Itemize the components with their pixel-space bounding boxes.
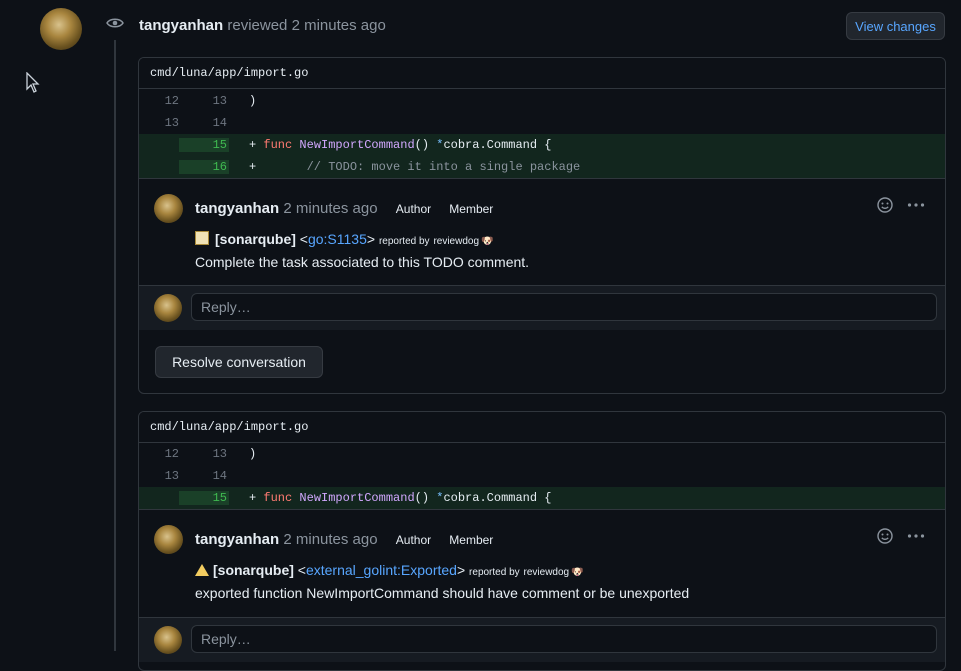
- old-line-number[interactable]: 13: [139, 116, 179, 130]
- reported-by-text: reported by: [378, 236, 430, 247]
- diff-line: 12 13 ): [139, 443, 945, 465]
- review-action: reviewed: [227, 17, 288, 34]
- reply-row: Reply…: [139, 617, 945, 662]
- kebab-menu-icon[interactable]: [907, 202, 925, 208]
- reviewer-avatar[interactable]: [40, 8, 82, 50]
- review-comment: tangyanhan 2 minutes ago Author Member […: [139, 178, 945, 285]
- comment-header: tangyanhan 2 minutes ago Author Member: [195, 531, 493, 548]
- old-line-number[interactable]: 13: [139, 469, 179, 483]
- smiley-icon[interactable]: [877, 197, 893, 213]
- member-badge: Member: [449, 202, 494, 216]
- smiley-icon[interactable]: [877, 528, 893, 544]
- code-text: + // TODO: move it into a single package: [249, 160, 581, 174]
- reply-row: Reply…: [139, 285, 945, 330]
- comment-tag: [sonarqube]: [213, 562, 294, 578]
- new-line-number[interactable]: 13: [179, 447, 229, 461]
- resolve-conversation-button[interactable]: Resolve conversation: [155, 346, 323, 378]
- diff-line: 13 14: [139, 112, 945, 134]
- new-line-number[interactable]: 15: [179, 491, 229, 505]
- old-line-number[interactable]: 12: [139, 447, 179, 461]
- review-author[interactable]: tangyanhan: [139, 17, 223, 34]
- comment-message: Complete the task associated to this TOD…: [195, 254, 530, 270]
- comment-header: tangyanhan 2 minutes ago Author Member: [195, 200, 493, 217]
- diff-line: 12 13 ): [139, 90, 945, 112]
- comment-tag: [sonarqube]: [215, 231, 296, 247]
- reporter-link[interactable]: reviewdog: [524, 567, 570, 578]
- reply-avatar: [154, 626, 182, 654]
- diff-line-added: 15 + func NewImportCommand() *cobra.Comm…: [139, 134, 945, 156]
- review-header: tangyanhan reviewed 2 minutes ago: [139, 17, 386, 34]
- comment-message: exported function NewImportCommand shoul…: [195, 585, 690, 601]
- timeline-line: [114, 40, 116, 651]
- warning-icon: [195, 564, 209, 576]
- review-thread: cmd/luna/app/import.go 12 13 ) 13 14 15 …: [138, 57, 946, 394]
- review-thread: cmd/luna/app/import.go 12 13 ) 13 14 15 …: [138, 411, 946, 671]
- comment-time[interactable]: 2 minutes ago: [283, 531, 377, 548]
- new-line-number[interactable]: 16: [179, 160, 229, 174]
- diff-line: 13 14: [139, 465, 945, 487]
- code-text: ): [249, 447, 257, 461]
- reply-input[interactable]: Reply…: [191, 293, 937, 321]
- view-changes-button[interactable]: View changes: [846, 12, 945, 40]
- reported-by-text: reported by: [469, 567, 520, 578]
- reply-avatar: [154, 294, 182, 322]
- author-badge: Author: [395, 533, 432, 547]
- author-badge: Author: [395, 202, 432, 216]
- mouse-cursor-icon: [26, 72, 40, 93]
- diff-line-added: 16 + // TODO: move it into a single pack…: [139, 156, 945, 178]
- rule-link[interactable]: go:S1135: [308, 231, 367, 247]
- new-line-number[interactable]: 14: [179, 116, 229, 130]
- comment-author[interactable]: tangyanhan: [195, 531, 279, 548]
- new-line-number[interactable]: 13: [179, 94, 229, 108]
- diff-line-added: 15 + func NewImportCommand() *cobra.Comm…: [139, 487, 945, 509]
- dog-icon: 🐶: [481, 236, 494, 247]
- eye-icon: [106, 18, 124, 28]
- comment-time[interactable]: 2 minutes ago: [283, 200, 377, 217]
- code-text: + func NewImportCommand() *cobra.Command…: [249, 491, 552, 505]
- new-line-number[interactable]: 15: [179, 138, 229, 152]
- dog-icon: 🐶: [571, 567, 584, 578]
- comment-actions: [877, 197, 925, 213]
- member-badge: Member: [449, 533, 494, 547]
- reporter-link[interactable]: reviewdog: [433, 236, 479, 247]
- rule-link[interactable]: external_golint:Exported: [306, 562, 457, 578]
- code-text: ): [249, 94, 257, 108]
- old-line-number[interactable]: 12: [139, 94, 179, 108]
- kebab-menu-icon[interactable]: [907, 533, 925, 539]
- memo-icon: [195, 231, 209, 245]
- comment-actions: [877, 528, 925, 544]
- code-text: + func NewImportCommand() *cobra.Command…: [249, 138, 552, 152]
- comment-avatar[interactable]: [154, 525, 183, 554]
- comment-avatar[interactable]: [154, 194, 183, 223]
- review-time[interactable]: 2 minutes ago: [292, 17, 386, 34]
- file-path[interactable]: cmd/luna/app/import.go: [139, 58, 945, 89]
- review-comment: tangyanhan 2 minutes ago Author Member […: [139, 509, 945, 616]
- file-path[interactable]: cmd/luna/app/import.go: [139, 412, 945, 443]
- comment-author[interactable]: tangyanhan: [195, 200, 279, 217]
- new-line-number[interactable]: 14: [179, 469, 229, 483]
- reply-input[interactable]: Reply…: [191, 625, 937, 653]
- comment-body: [sonarqube] <go:S1135> reported by revie…: [195, 229, 529, 273]
- comment-body: [sonarqube] <external_golint:Exported> r…: [195, 560, 689, 604]
